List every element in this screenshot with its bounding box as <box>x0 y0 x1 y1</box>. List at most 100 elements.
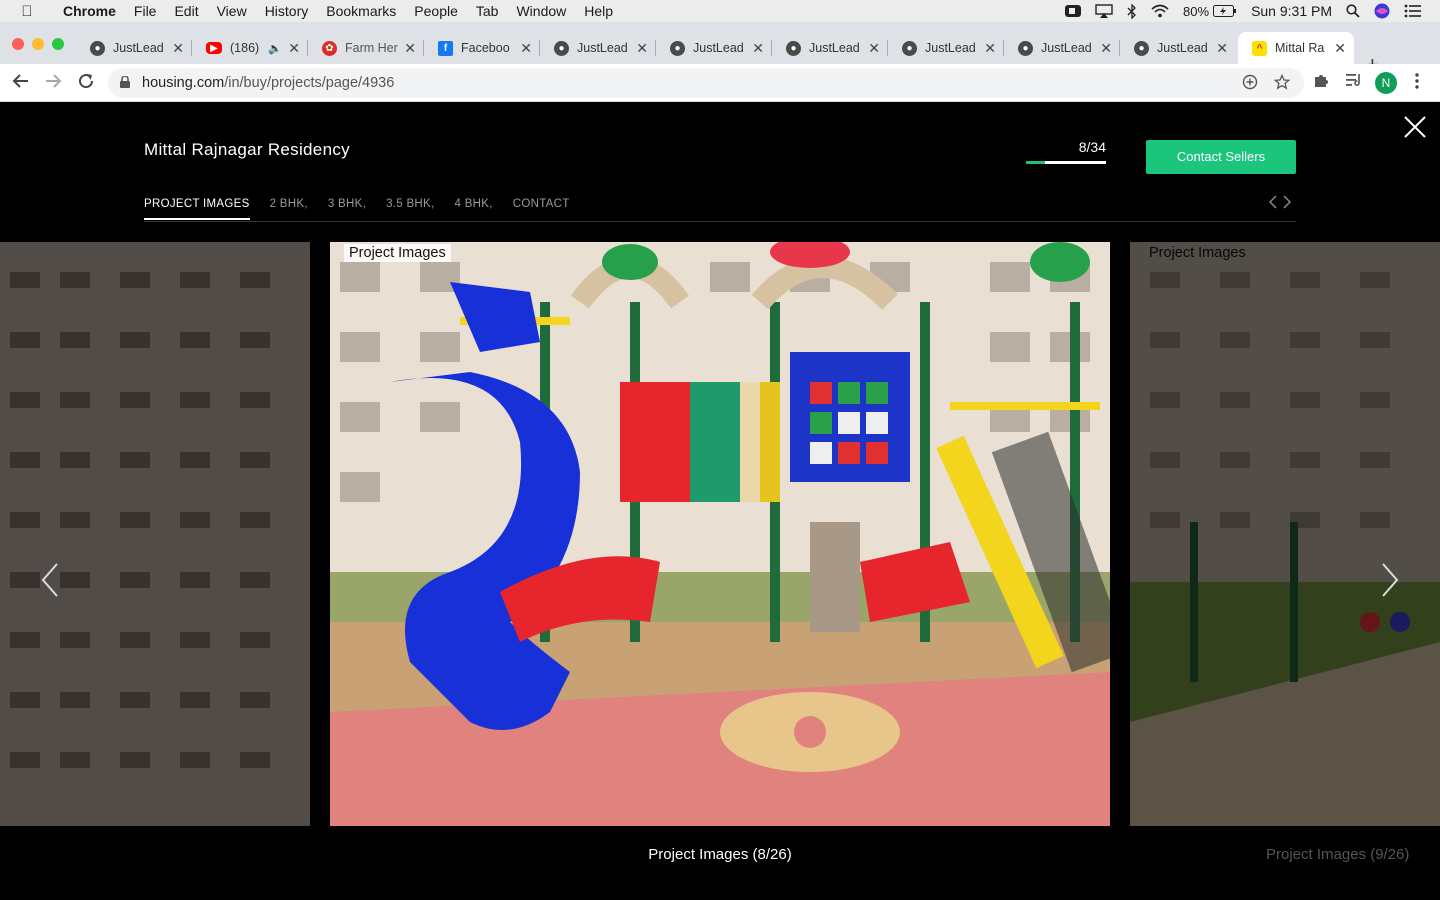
close-tab-icon[interactable]: ✕ <box>984 40 996 57</box>
globe-icon: ● <box>1134 40 1149 56</box>
youtube-icon: ▶ <box>206 42 222 54</box>
close-tab-icon[interactable]: ✕ <box>520 40 532 57</box>
browser-tab[interactable]: ● JustLead ✕ <box>1004 32 1120 64</box>
back-arrow-icon[interactable] <box>12 72 30 95</box>
tab-title: Mittal Ra <box>1275 41 1325 55</box>
next-image-caption: Project Images (9/26) <box>1266 846 1410 863</box>
url-host: housing.com <box>142 75 225 91</box>
close-tab-icon[interactable]: ✕ <box>172 40 184 57</box>
profile-avatar[interactable]: N <box>1375 72 1397 94</box>
browser-tab[interactable]: f Faceboo ✕ <box>424 32 540 64</box>
slide-category-label: Project Images <box>1149 245 1246 261</box>
previous-slide-image[interactable] <box>0 242 310 826</box>
browser-tab[interactable]: ● JustLead ✕ <box>76 32 192 64</box>
menu-chrome[interactable]: Chrome <box>54 0 125 22</box>
siri-icon[interactable] <box>1374 3 1390 19</box>
extensions-puzzle-icon[interactable] <box>1313 72 1329 93</box>
menu-edit[interactable]: Edit <box>165 0 207 22</box>
apartment-tower-photo <box>0 242 310 826</box>
tab-2-bhk[interactable]: 2 BHK, <box>270 198 308 220</box>
globe-icon: ● <box>1018 40 1033 56</box>
chrome-menu-kebab-icon[interactable] <box>1414 72 1420 95</box>
close-tab-icon[interactable]: ✕ <box>1100 40 1112 57</box>
tab-title: JustLead <box>925 41 976 55</box>
contact-sellers-button[interactable]: Contact Sellers <box>1146 140 1296 174</box>
apple-menu-icon[interactable]:  <box>0 3 54 20</box>
menu-bookmarks[interactable]: Bookmarks <box>317 0 405 22</box>
browser-tab[interactable]: ● JustLead ✕ <box>1120 32 1236 64</box>
zoom-window-button[interactable] <box>52 38 64 50</box>
image-counter: 8/34 <box>1078 139 1106 155</box>
tab-contact[interactable]: CONTACT <box>513 198 570 220</box>
close-tab-icon[interactable]: ✕ <box>868 40 880 57</box>
tab-3-5-bhk[interactable]: 3.5 BHK, <box>386 198 434 220</box>
globe-icon: ● <box>786 40 801 56</box>
browser-tab-strip: ● JustLead ✕ ▶ (186) 🔈 ✕ ✿ Farm Her ✕ f … <box>0 22 1440 77</box>
forward-arrow-icon[interactable] <box>44 72 62 95</box>
spotlight-search-icon[interactable] <box>1346 4 1360 18</box>
tab-title: (186) <box>230 41 260 55</box>
globe-icon: ● <box>670 40 685 56</box>
next-slide-image[interactable]: Project Images <box>1130 242 1440 826</box>
browser-tab[interactable]: ● JustLead ✕ <box>888 32 1004 64</box>
menu-tab[interactable]: Tab <box>467 0 508 22</box>
current-slide-image[interactable]: Project Images <box>330 242 1110 826</box>
browser-tab[interactable]: ✿ Farm Her ✕ <box>308 32 424 64</box>
close-tab-icon[interactable]: ✕ <box>636 40 648 57</box>
bluetooth-icon[interactable] <box>1127 3 1137 19</box>
tab-title: JustLead <box>693 41 744 55</box>
address-bar[interactable]: housing.com/in/buy/projects/page/4936 <box>108 68 1304 98</box>
close-tab-icon[interactable]: ✕ <box>752 40 764 57</box>
image-progress-bar <box>1026 161 1106 164</box>
browser-tab[interactable]: ● JustLead ✕ <box>656 32 772 64</box>
menu-help[interactable]: Help <box>575 0 622 22</box>
browser-tab[interactable]: ▶ (186) 🔈 ✕ <box>192 32 308 64</box>
project-title: Mittal Rajnagar Residency <box>144 140 350 159</box>
airplay-icon[interactable] <box>1095 4 1113 18</box>
slide-category-label: Project Images <box>344 244 451 262</box>
zoom-video-icon[interactable] <box>1065 4 1082 18</box>
install-app-icon[interactable] <box>1242 74 1258 94</box>
next-image-arrow-icon[interactable] <box>1380 562 1400 598</box>
menubar-clock[interactable]: Sun 9:31 PM <box>1251 3 1332 19</box>
image-gallery-overlay: Mittal Rajnagar Residency 8/34 Contact S… <box>0 102 1440 900</box>
reload-icon[interactable] <box>77 72 95 95</box>
menu-history[interactable]: History <box>256 0 318 22</box>
playground-photo <box>330 242 1110 826</box>
close-tab-icon[interactable]: ✕ <box>288 40 300 57</box>
media-controls-icon[interactable] <box>1345 72 1363 93</box>
tab-title: JustLead <box>809 41 860 55</box>
lock-icon[interactable] <box>120 76 130 88</box>
close-window-button[interactable] <box>12 38 24 50</box>
speaker-audio-icon[interactable]: 🔈 <box>268 42 282 55</box>
close-tab-icon[interactable]: ✕ <box>1216 40 1228 57</box>
tabs-scroll-left-icon[interactable] <box>1268 194 1278 210</box>
bookmark-star-icon[interactable] <box>1273 73 1291 94</box>
browser-tab[interactable]: ● JustLead ✕ <box>772 32 888 64</box>
garden-photo <box>1130 242 1440 826</box>
browser-tab[interactable]: ● JustLead ✕ <box>540 32 656 64</box>
facebook-icon: f <box>438 40 453 56</box>
tab-4-bhk[interactable]: 4 BHK, <box>455 198 493 220</box>
previous-image-arrow-icon[interactable] <box>40 562 60 598</box>
browser-tab-active[interactable]: ^ Mittal Ra ✕ <box>1238 32 1354 64</box>
tab-3-bhk[interactable]: 3 BHK, <box>328 198 366 220</box>
notification-center-icon[interactable] <box>1404 4 1422 18</box>
close-gallery-icon[interactable] <box>1402 114 1428 140</box>
menu-view[interactable]: View <box>208 0 256 22</box>
menu-people[interactable]: People <box>405 0 467 22</box>
close-tab-icon[interactable]: ✕ <box>404 40 416 57</box>
wifi-icon[interactable] <box>1151 4 1169 18</box>
battery-charging-icon[interactable] <box>1213 5 1237 17</box>
close-tab-icon[interactable]: ✕ <box>1334 40 1346 57</box>
current-image-caption: Project Images (8/26) <box>648 846 792 863</box>
menu-window[interactable]: Window <box>507 0 575 22</box>
housing-icon: ^ <box>1252 40 1267 56</box>
minimize-window-button[interactable] <box>32 38 44 50</box>
globe-icon: ● <box>902 40 917 56</box>
tab-project-images[interactable]: PROJECT IMAGES <box>144 198 250 220</box>
menu-file[interactable]: File <box>125 0 166 22</box>
tabs-scroll-right-icon[interactable] <box>1282 194 1292 210</box>
battery-percent: 80% <box>1183 3 1210 19</box>
tab-title: JustLead <box>1157 41 1208 55</box>
